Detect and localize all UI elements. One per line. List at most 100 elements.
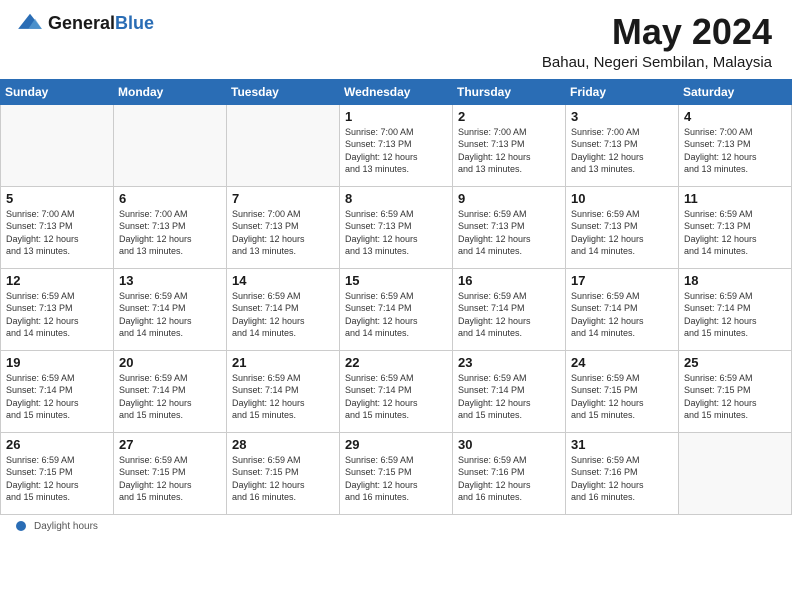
logo-general: General: [48, 13, 115, 33]
day-info: Sunrise: 7:00 AM Sunset: 7:13 PM Dayligh…: [684, 126, 786, 176]
calendar-cell: 1 Sunrise: 7:00 AM Sunset: 7:13 PM Daylig…: [340, 104, 453, 186]
calendar-week-5: 26 Sunrise: 6:59 AM Sunset: 7:15 PM Dayli…: [1, 432, 792, 514]
day-info: Sunrise: 6:59 AM Sunset: 7:15 PM Dayligh…: [232, 454, 334, 504]
day-info: Sunrise: 6:59 AM Sunset: 7:15 PM Dayligh…: [684, 372, 786, 422]
calendar-cell: 29 Sunrise: 6:59 AM Sunset: 7:15 PM Dayli…: [340, 432, 453, 514]
day-info: Sunrise: 6:59 AM Sunset: 7:16 PM Dayligh…: [571, 454, 673, 504]
calendar-cell: 23 Sunrise: 6:59 AM Sunset: 7:14 PM Dayli…: [453, 350, 566, 432]
day-number: 30: [458, 437, 560, 452]
day-info: Sunrise: 7:00 AM Sunset: 7:13 PM Dayligh…: [345, 126, 447, 176]
day-number: 6: [119, 191, 221, 206]
title-area: May 2024 Bahau, Negeri Sembilan, Malaysi…: [542, 12, 772, 71]
day-info: Sunrise: 6:59 AM Sunset: 7:14 PM Dayligh…: [6, 372, 108, 422]
day-info: Sunrise: 6:59 AM Sunset: 7:15 PM Dayligh…: [345, 454, 447, 504]
calendar-cell: 18Sunrise: 6:59 AM Sunset: 7:14 PM Dayli…: [679, 268, 792, 350]
calendar-cell: 17 Sunrise: 6:59 AM Sunset: 7:14 PM Dayli…: [566, 268, 679, 350]
calendar-cell: 3Sunrise: 7:00 AM Sunset: 7:13 PM Daylig…: [566, 104, 679, 186]
calendar-cell: 4 Sunrise: 7:00 AM Sunset: 7:13 PM Daylig…: [679, 104, 792, 186]
calendar-week-3: 12 Sunrise: 6:59 AM Sunset: 7:13 PM Dayli…: [1, 268, 792, 350]
day-number: 1: [345, 109, 447, 124]
day-number: 2: [458, 109, 560, 124]
day-info: Sunrise: 6:59 AM Sunset: 7:16 PM Dayligh…: [458, 454, 560, 504]
calendar-cell: 16 Sunrise: 6:59 AM Sunset: 7:14 PM Dayli…: [453, 268, 566, 350]
day-number: 13: [119, 273, 221, 288]
calendar-cell: 10Sunrise: 6:59 AM Sunset: 7:13 PM Dayli…: [566, 186, 679, 268]
daylight-label: Daylight hours: [34, 521, 98, 532]
calendar-cell: 11 Sunrise: 6:59 AM Sunset: 7:13 PM Dayli…: [679, 186, 792, 268]
daylight-dot: [16, 521, 26, 531]
day-number: 17: [571, 273, 673, 288]
day-info: Sunrise: 7:00 AM Sunset: 7:13 PM Dayligh…: [458, 126, 560, 176]
day-info: Sunrise: 6:59 AM Sunset: 7:14 PM Dayligh…: [119, 290, 221, 340]
day-number: 19: [6, 355, 108, 370]
calendar-cell: 21 Sunrise: 6:59 AM Sunset: 7:14 PM Dayli…: [227, 350, 340, 432]
calendar-cell: 24 Sunrise: 6:59 AM Sunset: 7:15 PM Dayli…: [566, 350, 679, 432]
day-info: Sunrise: 6:59 AM Sunset: 7:14 PM Dayligh…: [232, 372, 334, 422]
day-info: Sunrise: 6:59 AM Sunset: 7:14 PM Dayligh…: [458, 372, 560, 422]
day-number: 14: [232, 273, 334, 288]
calendar-cell: 28Sunrise: 6:59 AM Sunset: 7:15 PM Dayli…: [227, 432, 340, 514]
calendar-week-4: 19 Sunrise: 6:59 AM Sunset: 7:14 PM Dayli…: [1, 350, 792, 432]
day-info: Sunrise: 6:59 AM Sunset: 7:14 PM Dayligh…: [684, 290, 786, 340]
calendar-cell: 19 Sunrise: 6:59 AM Sunset: 7:14 PM Dayli…: [1, 350, 114, 432]
day-info: Sunrise: 7:00 AM Sunset: 7:13 PM Dayligh…: [6, 208, 108, 258]
day-info: Sunrise: 7:00 AM Sunset: 7:13 PM Dayligh…: [119, 208, 221, 258]
calendar-week-2: 5 Sunrise: 7:00 AM Sunset: 7:13 PM Daylig…: [1, 186, 792, 268]
calendar-cell: [227, 104, 340, 186]
day-number: 23: [458, 355, 560, 370]
day-info: Sunrise: 6:59 AM Sunset: 7:14 PM Dayligh…: [458, 290, 560, 340]
day-number: 16: [458, 273, 560, 288]
calendar-cell: 26Sunrise: 6:59 AM Sunset: 7:15 PM Dayli…: [1, 432, 114, 514]
day-info: Sunrise: 6:59 AM Sunset: 7:13 PM Dayligh…: [684, 208, 786, 258]
calendar-cell: 2 Sunrise: 7:00 AM Sunset: 7:13 PM Daylig…: [453, 104, 566, 186]
day-info: Sunrise: 6:59 AM Sunset: 7:14 PM Dayligh…: [571, 290, 673, 340]
day-number: 22: [345, 355, 447, 370]
calendar-cell: 22 Sunrise: 6:59 AM Sunset: 7:14 PM Dayli…: [340, 350, 453, 432]
header: GeneralBlue May 2024 Bahau, Negeri Sembi…: [0, 0, 792, 79]
day-info: Sunrise: 6:59 AM Sunset: 7:14 PM Dayligh…: [119, 372, 221, 422]
day-number: 21: [232, 355, 334, 370]
day-info: Sunrise: 6:59 AM Sunset: 7:14 PM Dayligh…: [345, 290, 447, 340]
calendar-cell: 14 Sunrise: 6:59 AM Sunset: 7:14 PM Dayli…: [227, 268, 340, 350]
day-number: 15: [345, 273, 447, 288]
day-info: Sunrise: 6:59 AM Sunset: 7:15 PM Dayligh…: [571, 372, 673, 422]
footer: Daylight hours: [0, 515, 792, 538]
col-header-tuesday: Tuesday: [227, 79, 340, 104]
day-number: 31: [571, 437, 673, 452]
col-header-wednesday: Wednesday: [340, 79, 453, 104]
day-number: 24: [571, 355, 673, 370]
day-number: 11: [684, 191, 786, 206]
day-number: 9: [458, 191, 560, 206]
day-info: Sunrise: 6:59 AM Sunset: 7:14 PM Dayligh…: [232, 290, 334, 340]
day-number: 27: [119, 437, 221, 452]
day-number: 10: [571, 191, 673, 206]
calendar-cell: [114, 104, 227, 186]
col-header-saturday: Saturday: [679, 79, 792, 104]
day-info: Sunrise: 6:59 AM Sunset: 7:13 PM Dayligh…: [345, 208, 447, 258]
col-header-friday: Friday: [566, 79, 679, 104]
month-title: May 2024: [542, 12, 772, 52]
calendar-header-row: SundayMondayTuesdayWednesdayThursdayFrid…: [1, 79, 792, 104]
calendar-cell: 7Sunrise: 7:00 AM Sunset: 7:13 PM Daylig…: [227, 186, 340, 268]
calendar-cell: [1, 104, 114, 186]
day-number: 8: [345, 191, 447, 206]
day-number: 7: [232, 191, 334, 206]
day-number: 3: [571, 109, 673, 124]
day-number: 12: [6, 273, 108, 288]
day-number: 20: [119, 355, 221, 370]
calendar-cell: 8 Sunrise: 6:59 AM Sunset: 7:13 PM Daylig…: [340, 186, 453, 268]
location-subtitle: Bahau, Negeri Sembilan, Malaysia: [542, 54, 772, 71]
calendar-week-1: 1 Sunrise: 7:00 AM Sunset: 7:13 PM Daylig…: [1, 104, 792, 186]
calendar-cell: 6 Sunrise: 7:00 AM Sunset: 7:13 PM Daylig…: [114, 186, 227, 268]
day-number: 26: [6, 437, 108, 452]
day-number: 29: [345, 437, 447, 452]
day-info: Sunrise: 6:59 AM Sunset: 7:13 PM Dayligh…: [6, 290, 108, 340]
calendar-cell: 13 Sunrise: 6:59 AM Sunset: 7:14 PM Dayli…: [114, 268, 227, 350]
day-info: Sunrise: 6:59 AM Sunset: 7:14 PM Dayligh…: [345, 372, 447, 422]
logo-icon: [16, 12, 44, 34]
logo-blue: Blue: [115, 13, 154, 33]
logo: GeneralBlue: [16, 12, 154, 34]
day-number: 4: [684, 109, 786, 124]
day-number: 5: [6, 191, 108, 206]
calendar-cell: 20 Sunrise: 6:59 AM Sunset: 7:14 PM Dayli…: [114, 350, 227, 432]
